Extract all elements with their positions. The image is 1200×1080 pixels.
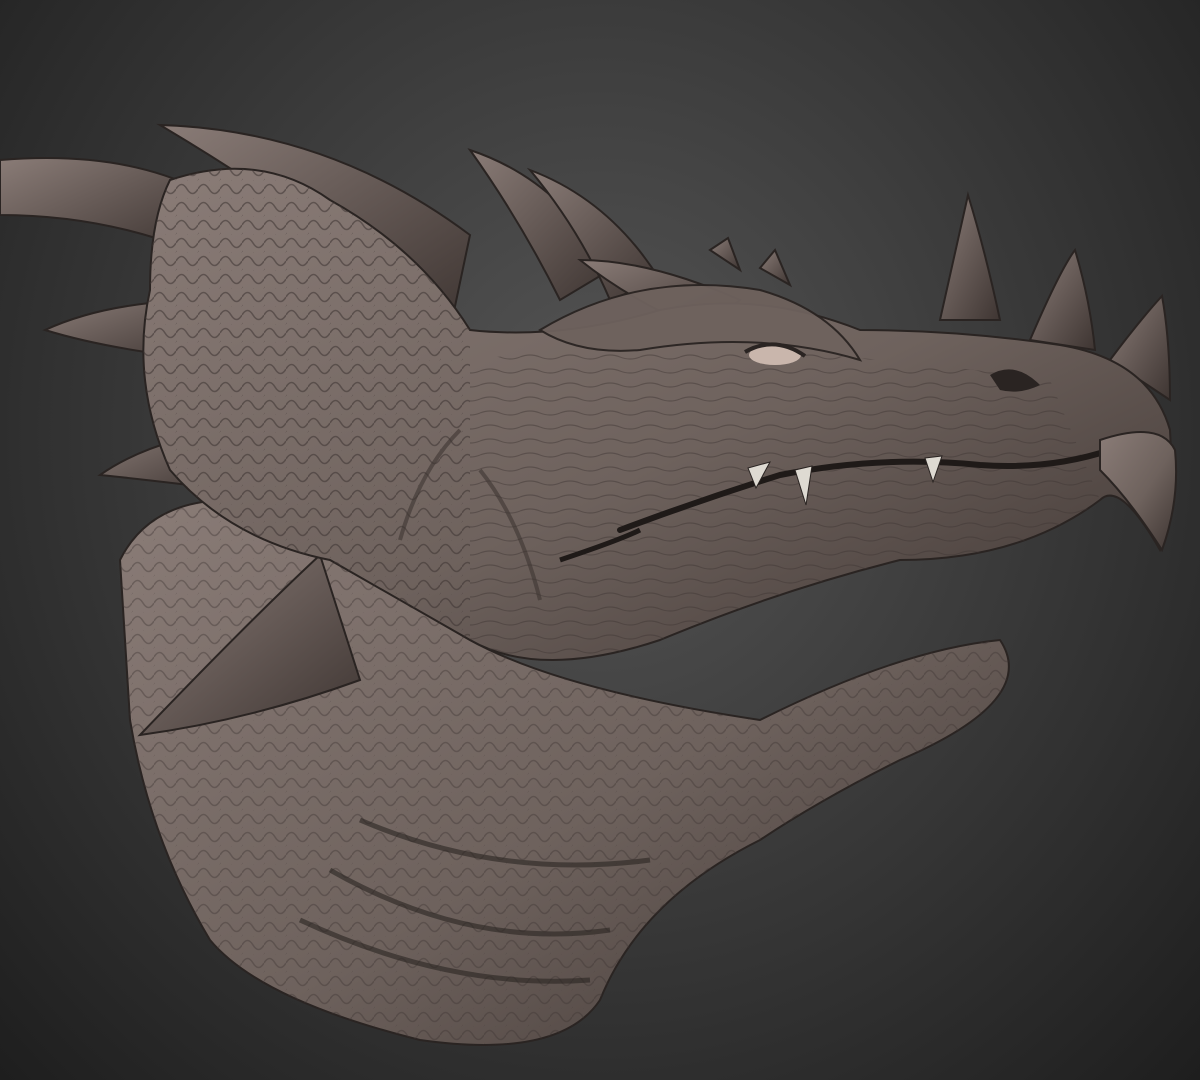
render-viewport [0,0,1200,1080]
nose-spike-1 [938,191,1002,321]
brow-spike-2 [758,248,793,288]
nose-spike-2 [1028,247,1097,352]
dragon-head-sculpture [0,123,1178,1046]
brow-spike-1 [708,236,743,273]
